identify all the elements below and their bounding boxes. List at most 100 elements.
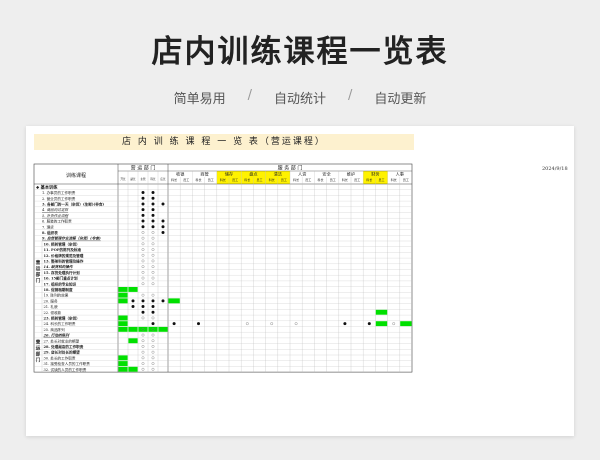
grid-border	[33, 163, 413, 373]
service-role-header: 科长	[220, 177, 226, 182]
course-row-label: 27. 处长对就业的期望	[44, 338, 80, 343]
filled-mark	[141, 191, 145, 195]
hollow-mark	[141, 333, 145, 337]
filled-mark	[141, 310, 145, 314]
filled-mark	[161, 202, 165, 206]
filled-mark	[367, 322, 371, 326]
hollow-mark	[141, 316, 145, 320]
course-row-label: 29. 店长对处长的期望	[44, 350, 81, 355]
side-label-char: 部	[36, 271, 41, 278]
hollow-mark	[151, 270, 155, 274]
course-row-label: 5. 补货作业流程	[42, 213, 69, 218]
filled-mark	[172, 322, 176, 326]
filled-mark	[161, 225, 165, 229]
hollow-mark	[151, 276, 155, 280]
filled-mark	[151, 225, 155, 229]
course-row-label: 13. 整架科的管理及操作	[44, 259, 84, 264]
hollow-mark	[141, 350, 145, 354]
hollow-mark	[141, 339, 145, 343]
service-role-header: 科长	[391, 177, 397, 182]
feature-auto-update: 自动更新	[374, 92, 427, 107]
hollow-mark	[141, 265, 145, 269]
green-cell	[118, 326, 128, 332]
green-cell	[118, 321, 128, 327]
course-row-label: 15. 存货处理执行计划	[44, 270, 81, 275]
course-row-label: 9. 自然管理作业流程（杂货）(非食)	[42, 236, 101, 241]
hollow-mark	[141, 362, 145, 365]
course-row-label: 23. 损耗管理（杂货）	[44, 316, 80, 321]
ops-col-header: 科长	[150, 177, 156, 181]
hollow-mark	[151, 236, 155, 240]
green-cell	[118, 366, 128, 372]
green-cell	[128, 326, 138, 332]
hollow-mark	[151, 253, 155, 257]
filled-mark	[151, 219, 155, 223]
hollow-mark	[151, 259, 155, 263]
separator: /	[247, 88, 252, 103]
ops-col-header: 主管	[140, 177, 146, 181]
filled-mark	[141, 305, 145, 309]
service-role-header: 员工	[354, 178, 360, 182]
feature-easy: 简单易用	[173, 92, 226, 107]
green-cell	[400, 321, 412, 327]
sheet-title: 店 内 训 练 课 程 一 览 表（营运课程）	[34, 134, 414, 150]
service-role-header: 科长	[269, 177, 275, 182]
filled-mark	[151, 299, 155, 303]
hollow-mark	[151, 265, 155, 269]
course-row-label: 3. 各部门的一天（杂货）(生鲜)(非食)	[42, 202, 104, 207]
filled-mark	[151, 310, 155, 314]
service-role-header: 员工	[183, 178, 189, 182]
course-row-label: 20. 服务	[44, 298, 58, 303]
separator: /	[348, 88, 353, 103]
filled-mark	[197, 322, 200, 326]
service-role-header: 员工	[403, 178, 409, 182]
service-dept-header: 储存	[225, 171, 233, 178]
service-role-header: 员工	[378, 178, 384, 182]
filled-mark	[131, 305, 135, 309]
filled-mark	[141, 219, 145, 223]
service-role-header: 科长	[195, 177, 201, 182]
hollow-mark	[141, 236, 145, 240]
green-cell	[118, 315, 128, 321]
course-row-label: 22. 领收款	[44, 310, 62, 315]
filled-mark	[343, 322, 347, 326]
spreadsheet-preview: 营 运 部 门服 务 部 门训练课程 开长 副长 主管 科长 店长 收银 科长 员工 商管 科长 员工…	[26, 126, 574, 436]
hollow-mark	[151, 367, 155, 371]
green-cell	[118, 355, 128, 361]
hollow-mark	[141, 270, 145, 274]
filled-mark	[151, 322, 155, 326]
hollow-mark	[151, 231, 155, 234]
service-dept-header: 人资	[298, 171, 306, 178]
side-label-char: 运	[36, 345, 41, 352]
hollow-mark	[141, 253, 145, 257]
hollow-mark	[141, 276, 145, 280]
group-ops-header: 营 运 部 门	[131, 165, 156, 172]
course-row-label: 28. 处理副店的工作职责	[44, 344, 84, 349]
hollow-mark	[151, 316, 155, 320]
hollow-mark	[151, 333, 155, 337]
service-dept-header: 安全	[322, 171, 331, 178]
service-dept-header: 财务	[371, 171, 380, 178]
course-row-label: 17. 组织的专业知识	[44, 281, 77, 286]
hollow-mark	[141, 242, 145, 246]
course-row-label: 24. 科长的工作职责	[44, 321, 76, 326]
course-row-label: 18. 促销档期制度	[44, 287, 73, 292]
green-cell	[118, 287, 128, 292]
green-cell	[138, 326, 148, 332]
hollow-mark	[141, 293, 145, 297]
hollow-mark	[141, 259, 145, 263]
service-role-header: 科长	[342, 177, 348, 182]
hollow-mark	[151, 293, 155, 297]
service-dept-header: 收银	[176, 171, 185, 178]
course-row-label: 25. 商品陈列	[44, 327, 66, 332]
hollow-mark	[151, 339, 155, 343]
hollow-mark	[245, 322, 249, 326]
service-role-header: 员工	[281, 178, 287, 182]
course-row-label: 10. 损耗管理（杂货）	[44, 241, 80, 246]
side-label-char: 营	[36, 339, 41, 346]
course-row-label: 1. 办事员的工作职责	[42, 190, 76, 195]
ops-col-header: 开长	[120, 177, 126, 181]
course-row-label: 21. 礼貌	[44, 304, 58, 309]
side-label-char: 运	[36, 265, 41, 272]
service-role-header: 科长	[244, 177, 250, 182]
